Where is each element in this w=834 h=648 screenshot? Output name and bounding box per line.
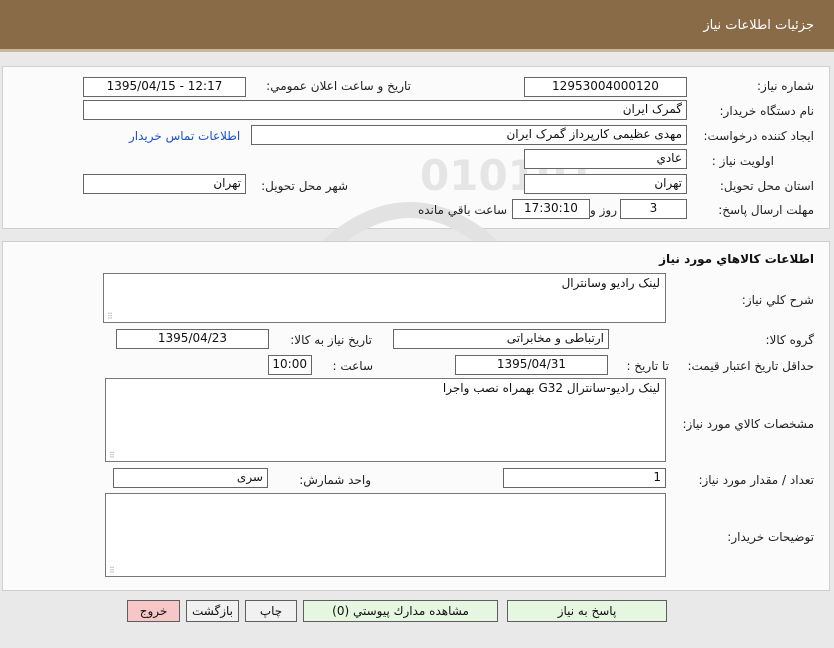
back-button[interactable]: بازگشت (186, 600, 239, 622)
validity-label: حداقل تاريخ اعتبار قيمت: (687, 359, 814, 373)
goods-group-label: گروه كالا: (765, 333, 815, 347)
province-label: استان محل تحويل: (719, 179, 814, 193)
attachments-button[interactable]: مشاهده مدارك پيوستي (0) (303, 600, 498, 622)
until-date-field: 1395/04/31 (455, 355, 608, 375)
province-field: تهران (524, 174, 687, 194)
reply-button[interactable]: پاسخ به نياز (507, 600, 667, 622)
summary-textarea: لینک رادیو وسانترال ⠿ (103, 273, 666, 323)
city-label: شهر محل تحويل: (261, 179, 348, 193)
time-field: 17:30:10 (512, 199, 590, 219)
resize-grip-icon[interactable]: ⠿ (109, 566, 115, 575)
buyer-org-label: نام دستگاه خريدار: (719, 104, 815, 118)
page-title: جزئیات اطلاعات نیاز (703, 18, 814, 33)
unit-label: واحد شمارش: (299, 473, 371, 487)
need-date-label: تاريخ نياز به كالا: (290, 333, 372, 347)
unit-field: سری (113, 468, 268, 488)
city-field: تهران (83, 174, 246, 194)
hour-label: ساعت : (332, 359, 373, 373)
need-number-label: شماره نیاز: (757, 79, 814, 93)
quantity-label: تعداد / مقدار مورد نياز: (698, 473, 814, 487)
hour-field: 10:00 (268, 355, 312, 375)
exit-button[interactable]: خروج (127, 600, 180, 622)
remaining-label: ساعت باقي مانده (417, 203, 507, 217)
buyer-notes-textarea: ⠿ (105, 493, 666, 577)
announce-field: 1395/04/15 - 12:17 (83, 77, 246, 97)
creator-field: مهدی عظیمی کارپرداز گمرک ایران (251, 125, 687, 145)
quantity-field: 1 (503, 468, 666, 488)
print-button[interactable]: چاپ (245, 600, 297, 622)
buyer-notes-label: توضيحات خريدار: (727, 530, 814, 544)
deadline-label: مهلت ارسال پاسخ: (718, 203, 814, 217)
summary-label: شرح كلي نياز: (741, 293, 814, 307)
buyer-org-field: گمرک ايران (83, 100, 687, 120)
until-label: تا تاريخ : (626, 359, 669, 373)
priority-field: عادي (524, 149, 687, 169)
creator-label: ايجاد كننده درخواست: (703, 129, 814, 143)
buyer-contact-link[interactable]: اطلاعات تماس خريدار (129, 129, 240, 143)
resize-grip-icon[interactable]: ⠿ (109, 451, 115, 460)
goods-section-title: اطلاعات كالاهاي مورد نياز (659, 252, 814, 266)
days-field: 3 (620, 199, 687, 219)
days-label: روز و (590, 203, 617, 217)
need-date-field: 1395/04/23 (116, 329, 269, 349)
goods-group-field: ارتباطی و مخابراتی (393, 329, 609, 349)
announce-label: تاريخ و ساعت اعلان عمومي: (266, 79, 411, 93)
spec-textarea: لینک رادیو-سانترال G32 بهمراه نصب واجرا … (105, 378, 666, 462)
priority-label: اولويت نياز : (711, 154, 774, 168)
spec-text: لینک رادیو-سانترال G32 بهمراه نصب واجرا (442, 381, 660, 395)
summary-text: لینک رادیو وسانترال (561, 276, 660, 290)
need-number-field: 12953004000120 (524, 77, 687, 97)
spec-label: مشخصات كالاي مورد نياز: (682, 417, 814, 431)
resize-grip-icon[interactable]: ⠿ (107, 312, 113, 321)
